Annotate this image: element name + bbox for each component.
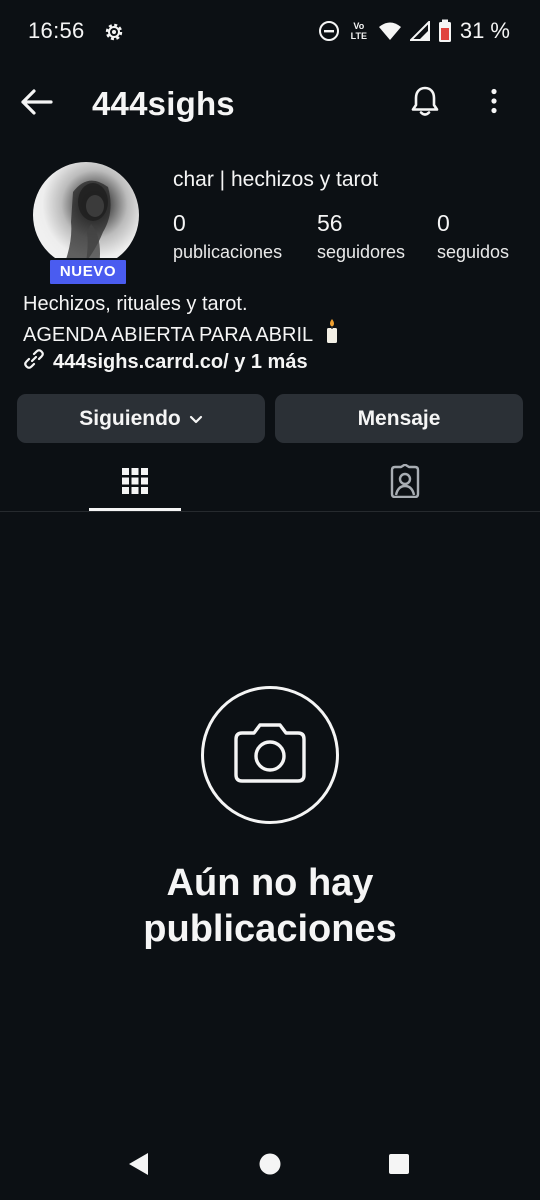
empty-state-icon-circle [201,686,339,824]
bio-line-1: Hechizos, rituales y tarot. [23,293,248,315]
grid-icon [121,467,149,500]
avatar-photo [63,180,111,268]
following-count: 0 [437,210,450,236]
candle-icon [325,318,339,352]
status-icons: Vo LTE 31 % [318,16,510,46]
posts-count: 0 [173,210,186,236]
nav-back-button[interactable] [119,1148,159,1184]
wifi-icon [378,21,402,41]
followers-stat[interactable]: 56 seguidores [317,208,405,266]
signal-icon [409,21,430,41]
nav-recents-icon [387,1152,411,1181]
bio-line-2-row: AGENDA ABIERTA PARA ABRIL [23,318,339,352]
profile-username: 444sighs [92,85,235,122]
back-arrow-icon [19,88,53,121]
bio-link[interactable]: 444sighs.carrd.co/ y 1 más [23,348,308,376]
volte-bottom: LTE [350,31,368,41]
message-label: Mensaje [357,406,441,430]
tab-divider [0,511,540,512]
tab-posts-grid[interactable] [0,454,270,512]
nav-home-button[interactable] [250,1148,290,1184]
volte-icon: Vo LTE [348,21,370,41]
back-button[interactable] [14,82,58,126]
link-icon [23,348,45,376]
posts-label: publicaciones [173,242,283,262]
following-stat[interactable]: 0 seguidos [437,208,509,266]
status-time: 16:56 [28,18,85,43]
more-options-button[interactable] [472,80,516,126]
avatar[interactable] [33,162,139,268]
posts-stat[interactable]: 0 publicaciones [173,208,282,266]
battery-icon [438,19,452,43]
new-badge: NUEVO [48,258,128,286]
message-button[interactable]: Mensaje [275,394,523,443]
camera-icon [232,721,308,790]
empty-state-line-2: publicaciones [143,908,397,950]
bio-line-2: AGENDA ABIERTA PARA ABRIL [23,324,314,346]
empty-state-line-1: Aún no hay [166,862,374,904]
dnd-icon [318,20,340,42]
battery-percent: 31 % [459,18,510,43]
nav-recents-button[interactable] [379,1148,419,1184]
following-label: seguidos [437,242,510,262]
bio: Hechizos, rituales y tarot. AGENDA ABIER… [23,290,339,352]
link-text: 444sighs.carrd.co/ y 1 más [53,350,308,373]
tagged-person-icon [388,462,422,503]
chevron-down-icon [189,407,203,431]
followers-count: 56 [317,210,343,236]
notifications-button[interactable] [402,80,448,126]
more-vertical-icon [490,88,498,119]
display-name: char | hechizos y tarot [173,168,379,191]
following-button[interactable]: Siguiendo [17,394,265,443]
tab-tagged[interactable] [270,454,540,512]
followers-label: seguidores [317,242,406,262]
following-label: Siguiendo [79,406,181,430]
bell-icon [410,85,440,122]
gear-icon [102,20,126,44]
volte-top: Vo [353,21,365,31]
nav-back-icon [127,1151,151,1182]
empty-state-title: Aún no hay publicaciones [0,860,540,952]
nav-home-icon [258,1152,282,1181]
